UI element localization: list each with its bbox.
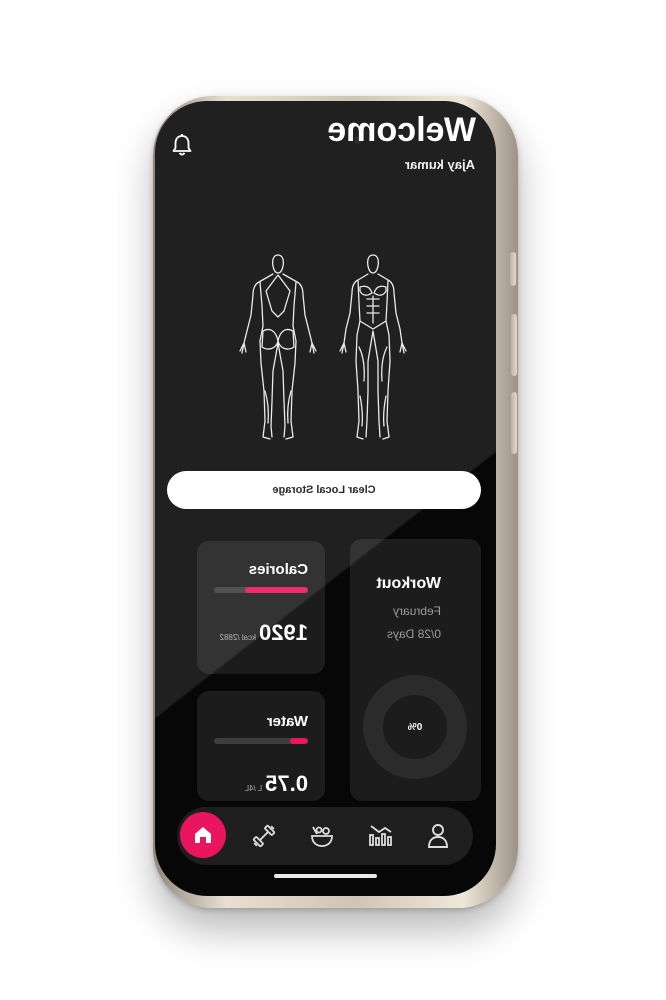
back-body-figure	[239, 254, 317, 440]
stats-icon[interactable]	[366, 821, 396, 851]
muscle-body-map[interactable]	[216, 251, 436, 451]
notification-bell-icon[interactable]	[171, 133, 193, 157]
welcome-title: Welcome	[327, 111, 476, 149]
calories-title: Calories	[248, 561, 308, 578]
calories-progress-fill	[245, 587, 308, 593]
workout-title: Workout	[376, 575, 441, 592]
clear-local-storage-button[interactable]: Clear Local Storage	[167, 471, 481, 509]
dumbbell-icon[interactable]	[249, 821, 279, 851]
mirrored-app-content: Welcome Ajay kumar Clear Local Storage W…	[155, 101, 496, 896]
water-card[interactable]: Water 0.75L /4L	[197, 691, 325, 801]
front-body-figure	[339, 254, 407, 440]
workout-month: February	[392, 604, 441, 618]
bottom-nav-bar	[177, 807, 473, 865]
app-screen: Welcome Ajay kumar Clear Local Storage W…	[155, 101, 496, 896]
phone-volume-up-button	[511, 314, 517, 376]
calories-value: 1920kcal /2882	[220, 620, 308, 646]
water-unit: L /4L	[244, 784, 263, 793]
calories-progress-bar	[214, 587, 308, 593]
workout-days: 0/28 Days	[386, 627, 441, 641]
water-title: Water	[266, 713, 308, 730]
calories-number: 1920	[259, 620, 308, 645]
water-progress-fill	[290, 738, 308, 744]
workout-progress-percent: 0%	[407, 721, 423, 733]
workout-card[interactable]: Workout February 0/28 Days 0%	[350, 539, 481, 801]
home-icon[interactable]	[180, 812, 226, 858]
water-progress-bar	[214, 738, 308, 744]
calories-card[interactable]: Calories 1920kcal /2882	[197, 541, 325, 674]
profile-icon[interactable]	[423, 821, 453, 851]
water-value: 0.75L /4L	[245, 771, 308, 797]
phone-volume-down-button	[511, 392, 517, 454]
food-bowl-icon[interactable]	[307, 821, 337, 851]
water-number: 0.75	[265, 771, 308, 796]
calories-unit: kcal /2882	[219, 633, 257, 642]
user-name: Ajay kumar	[404, 157, 475, 172]
home-indicator[interactable]	[274, 874, 377, 878]
phone-mute-switch	[510, 252, 516, 286]
workout-progress-ring: 0%	[363, 675, 467, 779]
